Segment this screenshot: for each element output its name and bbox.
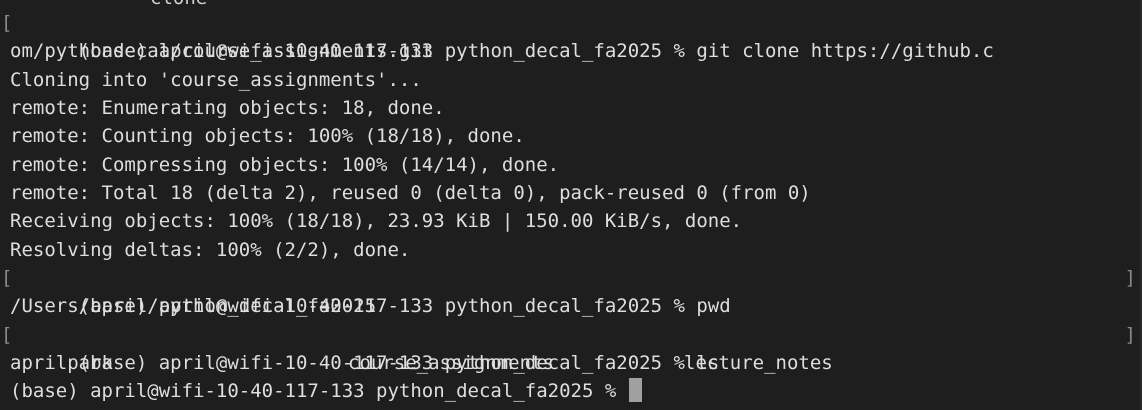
output-line: /Users/april/python_decal_fa2025: [10, 292, 1132, 320]
line-text: remote: Counting objects: 100% (18/18), …: [10, 125, 525, 148]
command-line-pwd: [(base) april@wifi-10-40-117-133 python_…: [1, 264, 1136, 317]
line-text: /Users/april/python_decal_fa2025: [10, 295, 377, 318]
output-line: Cloning into 'course_assignments'...: [10, 66, 1132, 94]
command-line-git-clone: [(base) april@wifi-10-40-117-133 python_…: [1, 9, 1132, 62]
mark-bracket-left: [: [1, 323, 13, 346]
current-prompt-line[interactable]: (base) april@wifi-10-40-117-133 python_d…: [10, 377, 1132, 405]
terminal-output: [ (base) april@wifi-10-40-117-133 python_…: [1, 9, 1136, 406]
line-text: remote: Enumerating objects: 18, done.: [10, 97, 445, 120]
mark-bracket-left: [: [1, 12, 13, 34]
ls-output-line: aprilpark course_assignments lecture_notes: [10, 349, 1132, 377]
output-line: remote: Compressing objects: 100% (14/14…: [10, 151, 1132, 179]
line-text: Resolving deltas: 100% (2/2), done.: [10, 238, 411, 261]
line-text: remote: Compressing objects: 100% (14/14…: [10, 153, 560, 176]
output-line: remote: Counting objects: 100% (18/18), …: [10, 122, 1132, 150]
ls-entry: lecture_notes: [684, 352, 833, 375]
command-line-ls: [(base) april@wifi-10-40-117-133 python_…: [1, 321, 1136, 374]
line-text: Cloning into 'course_assignments'...: [10, 68, 422, 91]
output-line: Receiving objects: 100% (18/18), 23.93 K…: [10, 207, 1132, 235]
output-line: om/pythondecal/course_assignments.git: [10, 37, 1132, 65]
mark-bracket-left: [: [1, 267, 13, 290]
line-text: Receiving objects: 100% (18/18), 23.93 K…: [10, 210, 743, 233]
mark-bracket-right: ]: [1124, 323, 1136, 346]
ls-entry: course_assignments: [348, 352, 554, 375]
text-cursor: [628, 378, 642, 403]
line-text: remote: Total 18 (delta 2), reused 0 (de…: [10, 182, 811, 205]
output-line: remote: Total 18 (delta 2), reused 0 (de…: [10, 179, 1132, 207]
current-prompt: (base) april@wifi-10-40-117-133 python_d…: [10, 380, 628, 403]
ls-entry: aprilpark: [10, 352, 113, 375]
line-text: om/pythondecal/course_assignments.git: [10, 40, 434, 63]
output-line: remote: Enumerating objects: 18, done.: [10, 94, 1132, 122]
terminal-window[interactable]: clone [ (base) april@wifi-10-40-117-133 p…: [0, 0, 1142, 410]
cut-off-previous-output: clone: [150, 0, 207, 8]
mark-bracket-right: ]: [1124, 267, 1136, 290]
output-line: Resolving deltas: 100% (2/2), done.: [10, 236, 1132, 264]
